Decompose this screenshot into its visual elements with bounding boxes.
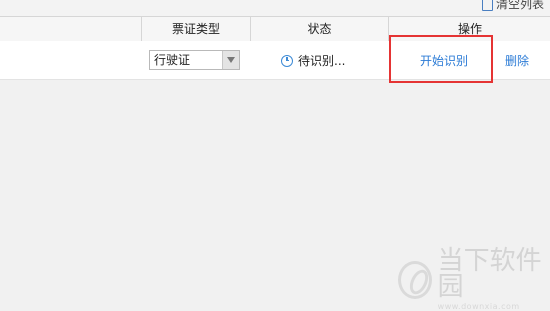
ticket-type-select[interactable]: 行驶证 xyxy=(149,50,240,70)
top-toolbar: 清空列表 xyxy=(0,0,550,16)
highlight-box xyxy=(389,35,493,83)
watermark-url: www.downxia.com xyxy=(437,302,520,311)
delete-button[interactable]: 删除 xyxy=(505,52,529,69)
status-text: 待识别... xyxy=(298,54,346,68)
header-ticket-type: 票证类型 xyxy=(141,17,250,41)
clear-list-label: 清空列表 xyxy=(495,0,544,11)
list-clear-icon xyxy=(481,0,493,11)
header-status: 状态 xyxy=(250,17,388,41)
watermark: 当下软件园 www.downxia.com xyxy=(398,248,550,311)
chevron-down-icon[interactable] xyxy=(222,51,239,69)
watermark-title: 当下软件园 xyxy=(437,246,542,302)
clock-icon xyxy=(281,54,293,67)
ticket-type-value: 行驶证 xyxy=(154,53,191,67)
clear-list-button[interactable]: 清空列表 xyxy=(481,0,544,12)
status-cell: 待识别... xyxy=(281,52,345,69)
